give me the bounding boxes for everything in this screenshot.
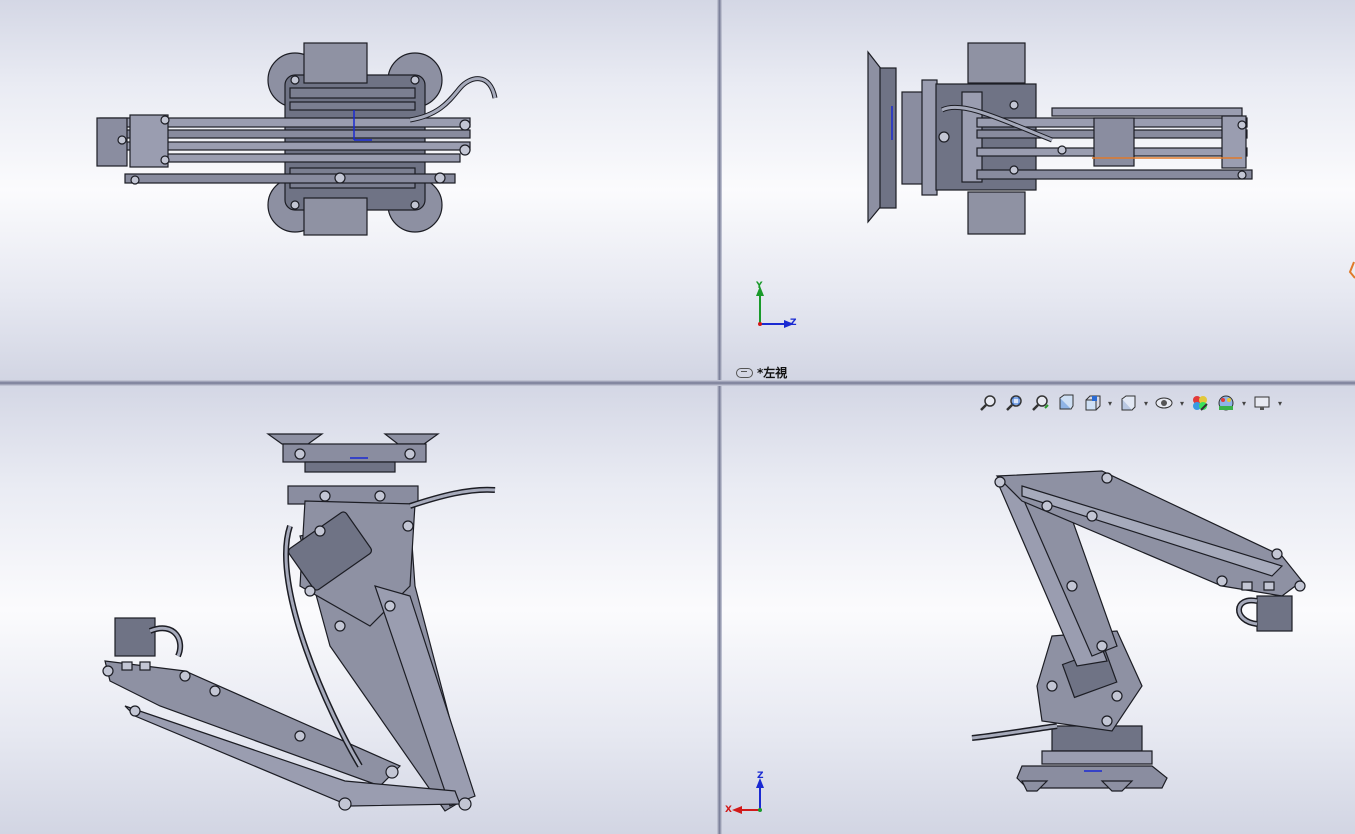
- heads-up-view-toolbar: ▾ ▾ ▾ ▾ ▾: [976, 391, 1284, 415]
- triad-z-label: Z: [790, 318, 797, 328]
- triad-z-label: Z: [757, 771, 764, 781]
- viewport-splitter-horizontal[interactable]: [0, 380, 1355, 386]
- link-icon: [736, 367, 753, 378]
- viewport-isometric-view[interactable]: Z X: [722, 386, 1355, 834]
- view-settings-icon[interactable]: [1250, 391, 1274, 415]
- robot-arm-model-top[interactable]: [0, 0, 717, 380]
- view-name-text: *左視: [757, 366, 788, 380]
- chevron-down-icon[interactable]: ▾: [1142, 391, 1150, 415]
- chevron-down-icon[interactable]: ▾: [1240, 391, 1248, 415]
- apply-scene-icon[interactable]: [1214, 391, 1238, 415]
- robot-arm-model-isometric[interactable]: [722, 386, 1355, 834]
- viewport-top-view[interactable]: [0, 0, 717, 380]
- triad-y-label: Y: [756, 281, 763, 291]
- coordinate-triad: [732, 778, 764, 814]
- chevron-down-icon[interactable]: ▾: [1106, 391, 1114, 415]
- robot-arm-model-front[interactable]: [0, 386, 717, 834]
- section-view-icon[interactable]: [1054, 391, 1078, 415]
- zoom-to-area-icon[interactable]: [1002, 391, 1026, 415]
- edit-appearance-icon[interactable]: [1188, 391, 1212, 415]
- chevron-down-icon[interactable]: ▾: [1178, 391, 1186, 415]
- previous-view-icon[interactable]: [1028, 391, 1052, 415]
- viewport-left-view[interactable]: Y Z *左視: [722, 0, 1355, 380]
- chevron-down-icon[interactable]: ▾: [1276, 391, 1284, 415]
- view-orientation-icon[interactable]: [1080, 391, 1104, 415]
- coordinate-triad: [756, 286, 794, 328]
- hide-show-items-icon[interactable]: [1152, 391, 1176, 415]
- viewport-front-view[interactable]: [0, 386, 717, 834]
- viewport-splitter-vertical[interactable]: [717, 0, 722, 834]
- robot-arm-model-left[interactable]: [722, 0, 1355, 380]
- view-name-label: *左視: [736, 364, 787, 380]
- triad-x-label: X: [725, 805, 732, 815]
- display-style-icon[interactable]: [1116, 391, 1140, 415]
- zoom-to-fit-icon[interactable]: [976, 391, 1000, 415]
